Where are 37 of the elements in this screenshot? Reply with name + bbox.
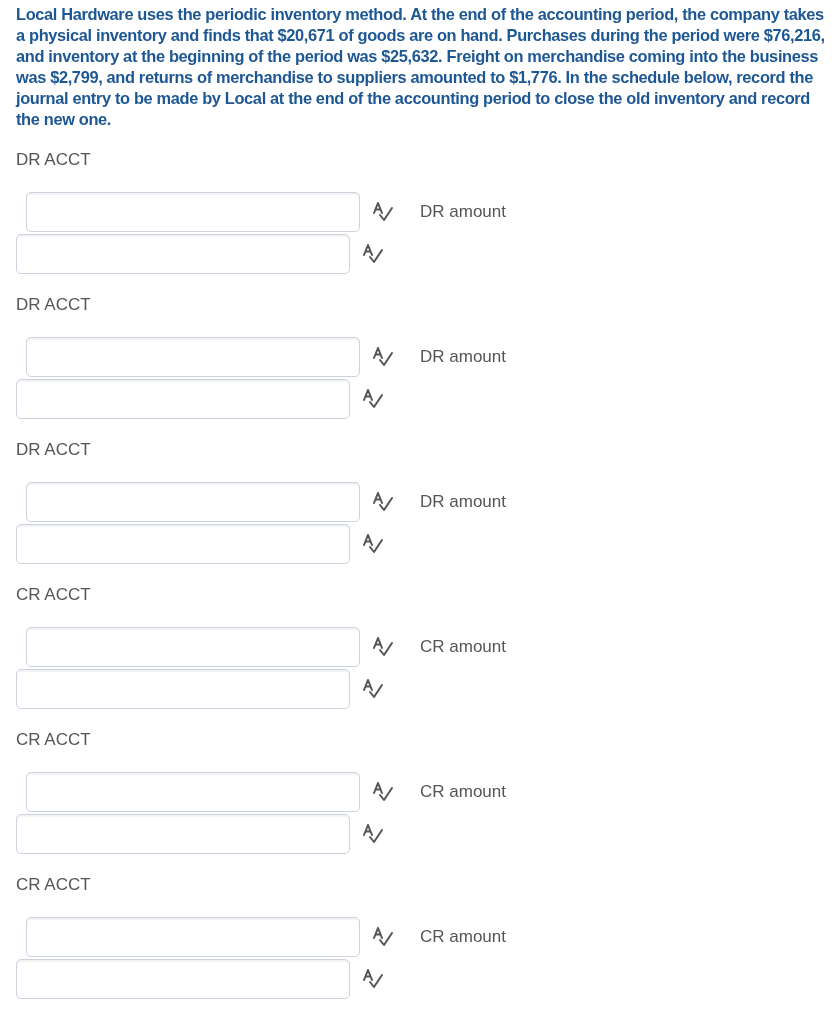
input-field[interactable] — [26, 192, 360, 232]
field-label: DR ACCT — [16, 295, 92, 315]
field-label: CR amount — [420, 927, 506, 947]
field-label: CR amount — [420, 782, 506, 802]
field-label: DR amount — [420, 492, 506, 512]
input-field[interactable] — [26, 917, 360, 957]
field-label: CR ACCT — [16, 585, 92, 605]
field-label: CR ACCT — [16, 730, 92, 750]
input-field[interactable] — [26, 337, 360, 377]
field-label: CR amount — [420, 637, 506, 657]
spellcheck-icon[interactable] — [362, 244, 384, 264]
question-text: Local Hardware uses the periodic inventory method. At the end of the accounting period, the company takes a physical inventory and finds that $20,671 of goods are on hand. Purchases during the period were $76,216, and inventory at the beginning of the period was $25,632. Freight on merchandise coming into the business was $2,799, and returns of merchandise to suppliers amounted to $1,776. In the schedule below, record the journal entry to be made by Local at the end of the accounting period to close the old inventory and record the new one. — [16, 4, 826, 130]
field-label: CR ACCT — [16, 875, 92, 895]
input-field[interactable] — [26, 627, 360, 667]
spellcheck-icon[interactable] — [362, 679, 384, 699]
spellcheck-icon[interactable] — [372, 927, 394, 947]
input-field[interactable] — [26, 482, 360, 522]
spellcheck-icon[interactable] — [362, 389, 384, 409]
input-field[interactable] — [16, 524, 350, 564]
spellcheck-icon[interactable] — [362, 824, 384, 844]
field-label: DR amount — [420, 347, 506, 367]
input-field[interactable] — [16, 379, 350, 419]
spellcheck-icon[interactable] — [362, 969, 384, 989]
input-field[interactable] — [16, 234, 350, 274]
input-field[interactable] — [26, 772, 360, 812]
field-label: DR amount — [420, 202, 506, 222]
spellcheck-icon[interactable] — [362, 534, 384, 554]
spellcheck-icon[interactable] — [372, 782, 394, 802]
spellcheck-icon[interactable] — [372, 202, 394, 222]
spellcheck-icon[interactable] — [372, 637, 394, 657]
field-label: DR ACCT — [16, 440, 92, 460]
input-field[interactable] — [16, 959, 350, 999]
input-field[interactable] — [16, 814, 350, 854]
spellcheck-icon[interactable] — [372, 492, 394, 512]
field-label: DR ACCT — [16, 150, 92, 170]
input-field[interactable] — [16, 669, 350, 709]
spellcheck-icon[interactable] — [372, 347, 394, 367]
